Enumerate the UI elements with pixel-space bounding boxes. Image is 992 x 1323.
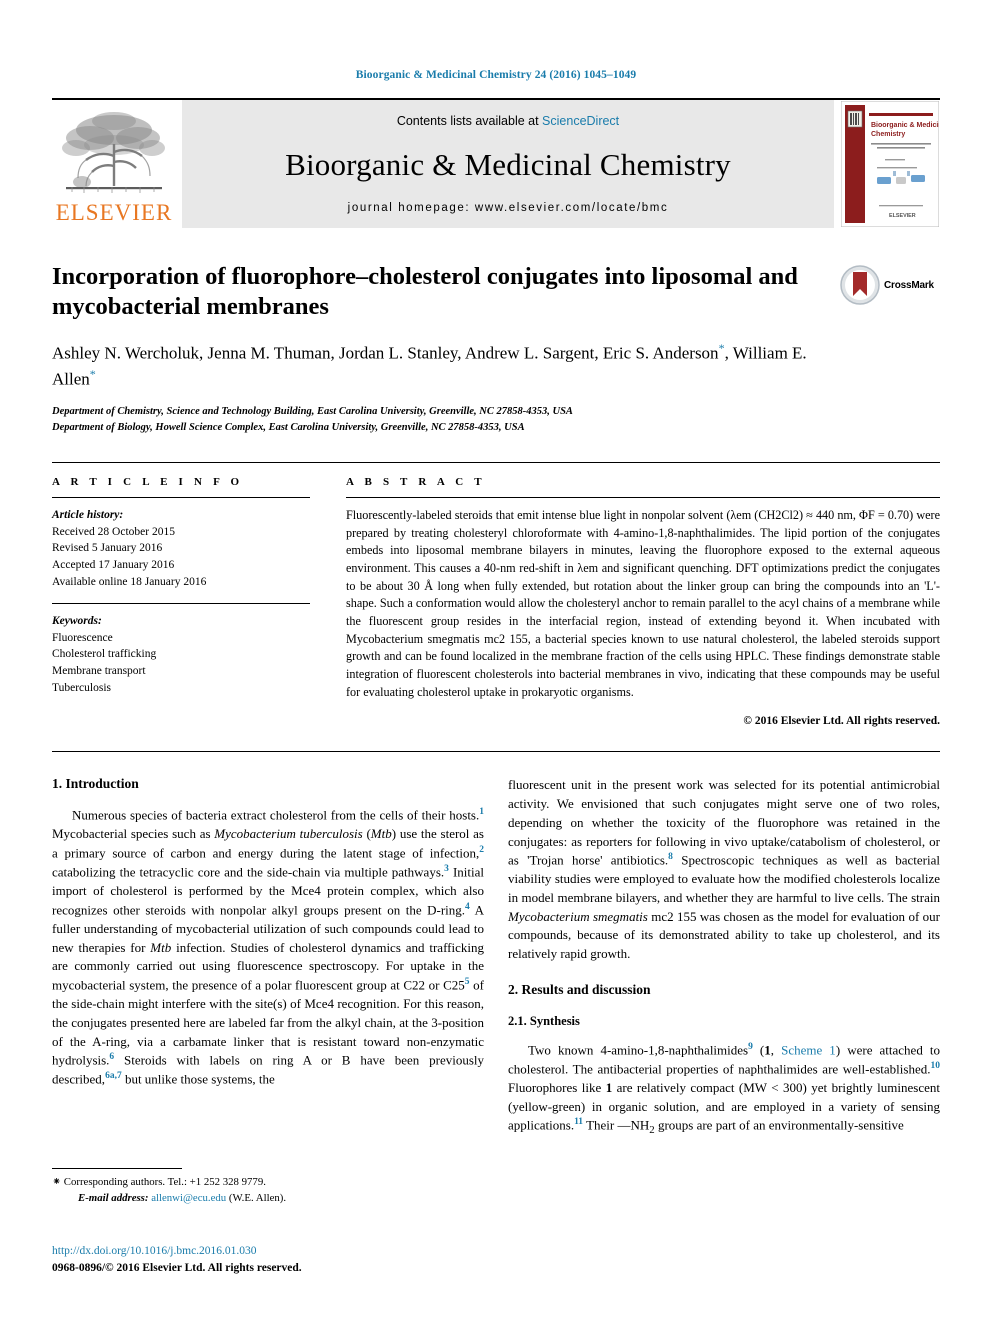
doi-block: http://dx.doi.org/10.1016/j.bmc.2016.01.…: [52, 1243, 302, 1278]
keyword-item: Cholesterol trafficking: [52, 648, 157, 661]
author-list: Ashley N. Wercholuk, Jenna M. Thuman, Jo…: [52, 340, 807, 389]
svg-text:Bioorganic & Medicinal: Bioorganic & Medicinal: [871, 122, 939, 129]
heading-synthesis: 2.1. Synthesis: [508, 1013, 580, 1028]
email-owner: (W.E. Allen).: [228, 1191, 287, 1204]
abstract-rule: [346, 496, 940, 498]
keyword-item: Fluorescence: [52, 631, 113, 644]
asterisk-icon: ⁕: [52, 1176, 62, 1188]
elsevier-tree-icon: [62, 112, 165, 193]
history-revised: Revised 5 January 2016: [52, 542, 163, 555]
keyword-item: Membrane transport: [52, 665, 146, 678]
intro-paragraph-part-2: fluorescent unit in the present work was…: [508, 777, 940, 962]
corresponding-marker-2: *: [89, 367, 96, 382]
intro-paragraph-part-1: Numerous species of bacteria extract cho…: [52, 807, 485, 1087]
svg-text:ELSEVIER: ELSEVIER: [889, 213, 916, 219]
title-block: Incorporation of fluorophore–cholesterol…: [52, 262, 940, 436]
sciencedirect-link[interactable]: ScienceDirect: [542, 114, 619, 128]
body-column-left: 1. Introduction Numerous species of bact…: [52, 776, 484, 1139]
abstract-text: Fluorescently-labeled steroids that emit…: [346, 507, 940, 699]
cover-image: Bioorganic & Medicinal Chemistry: [841, 101, 939, 227]
footnote-email: E-mail address: allenwi@ecu.edu (W.E. Al…: [52, 1191, 472, 1207]
article-history: Article history: Received 28 October 201…: [52, 507, 310, 591]
keywords-heading: Keywords:: [52, 614, 102, 627]
affiliations: Department of Chemistry, Science and Tec…: [52, 404, 940, 436]
heading-results: 2. Results and discussion: [508, 981, 651, 997]
footnote-corresponding: ⁕ Corresponding authors. Tel.: +1 252 32…: [52, 1175, 472, 1191]
article-info-heading: A R T I C L E I N F O: [52, 475, 244, 488]
footnote-rule: [52, 1168, 182, 1169]
body-columns: 1. Introduction Numerous species of bact…: [52, 751, 940, 1139]
crossmark-icon: [840, 265, 880, 305]
corresponding-text: Corresponding authors. Tel.: +1 252 328 …: [63, 1176, 266, 1188]
history-online: Available online 18 January 2016: [52, 575, 207, 588]
keyword-item: Tuberculosis: [52, 681, 111, 694]
masthead-banner: Contents lists available at ScienceDirec…: [182, 100, 834, 228]
running-head: Bioorganic & Medicinal Chemistry 24 (201…: [355, 69, 637, 81]
article-info-column: A R T I C L E I N F O Article history: R…: [52, 476, 310, 728]
heading-introduction: 1. Introduction: [52, 776, 139, 792]
author-names: Ashley N. Wercholuk, Jenna M. Thuman, Jo…: [52, 343, 719, 363]
journal-title: Bioorganic & Medicinal Chemistry: [285, 147, 731, 182]
affiliation-2: Department of Biology, Howell Science Co…: [52, 422, 525, 434]
footnote-block: ⁕ Corresponding authors. Tel.: +1 252 32…: [52, 1168, 472, 1206]
keywords-rule: [52, 602, 310, 604]
history-accepted: Accepted 17 January 2016: [52, 559, 175, 572]
contents-available-line: Contents lists available at ScienceDirec…: [397, 114, 619, 128]
abstract-heading: A B S T R A C T: [346, 475, 486, 488]
email-link[interactable]: allenwi@ecu.edu: [151, 1192, 226, 1204]
history-received: Received 28 October 2015: [52, 525, 175, 538]
page-title: Incorporation of fluorophore–cholesterol…: [52, 263, 798, 320]
keywords-group: Keywords: Fluorescence Cholesterol traff…: [52, 613, 310, 697]
abstract-column: A B S T R A C T Fluorescently-labeled st…: [310, 475, 940, 728]
article-info-rule: [52, 496, 310, 498]
body-column-right: fluorescent unit in the present work was…: [508, 776, 940, 1139]
article-history-heading: Article history:: [52, 508, 124, 521]
email-label: E-mail address:: [78, 1191, 149, 1204]
crossmark-label: CrossMark: [884, 279, 934, 291]
abstract-copyright: © 2016 Elsevier Ltd. All rights reserved…: [743, 715, 940, 728]
journal-masthead: ELSEVIER Contents lists available at Sci…: [52, 98, 940, 228]
contents-prefix: Contents lists available at: [396, 114, 543, 128]
synthesis-paragraph: Two known 4-amino-1,8-naphthalimides9 (1…: [508, 1041, 941, 1137]
doi-link[interactable]: http://dx.doi.org/10.1016/j.bmc.2016.01.…: [52, 1243, 302, 1260]
journal-cover-thumbnail: Bioorganic & Medicinal Chemistry: [840, 100, 940, 228]
corresponding-marker-1: *: [718, 340, 725, 355]
scheme-1-link[interactable]: Scheme 1: [781, 1042, 836, 1057]
issn-copyright: 0968-0896/© 2016 Elsevier Ltd. All right…: [52, 1262, 302, 1275]
crossmark-badge[interactable]: CrossMark: [840, 264, 940, 306]
svg-text:Chemistry: Chemistry: [871, 131, 905, 138]
elsevier-logo: ELSEVIER: [52, 100, 176, 228]
journal-homepage[interactable]: journal homepage: www.elsevier.com/locat…: [348, 202, 669, 214]
elsevier-wordmark: ELSEVIER: [55, 200, 173, 225]
affiliation-1: Department of Chemistry, Science and Tec…: [52, 406, 573, 418]
article-page: Bioorganic & Medicinal Chemistry 24 (201…: [0, 0, 992, 1323]
info-abstract-region: A R T I C L E I N F O Article history: R…: [52, 461, 940, 728]
